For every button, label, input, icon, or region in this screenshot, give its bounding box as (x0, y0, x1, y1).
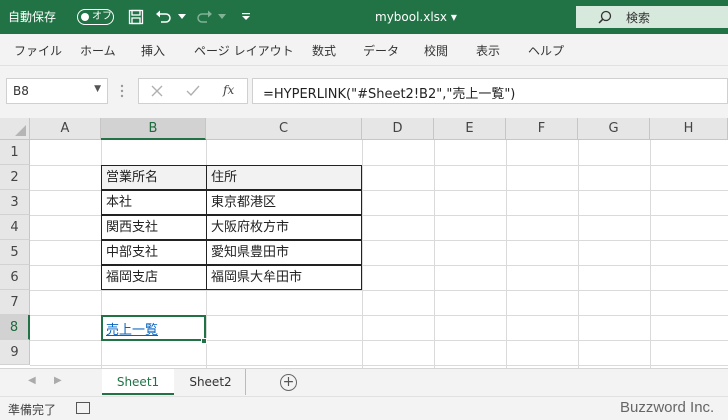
fill-handle[interactable] (201, 338, 207, 344)
file-name[interactable]: mybool.xlsx ▾ (375, 9, 457, 25)
undo-dropdown-icon[interactable] (176, 7, 188, 27)
status-bar: 準備完了 Buzzword Inc. (0, 396, 728, 420)
tab-review[interactable]: 校閲 (424, 42, 448, 59)
accessibility-icon[interactable] (76, 402, 90, 414)
title-bar: 自動保存 オフ mybool.xlsx ▾ 検索 (0, 0, 728, 34)
column-header-f[interactable]: F (506, 118, 578, 140)
search-box[interactable]: 検索 (576, 6, 728, 28)
sheet-tabs-bar: ◀ ▶ Sheet1 Sheet2 + (0, 368, 728, 396)
gridline (30, 290, 728, 291)
autosave-toggle[interactable]: オフ (77, 9, 114, 25)
row-header-8[interactable]: 8 (0, 315, 30, 340)
gridline (578, 140, 579, 368)
gridline (434, 140, 435, 368)
column-header-e[interactable]: E (434, 118, 506, 140)
search-icon (598, 10, 612, 27)
row-header-2[interactable]: 2 (0, 165, 30, 190)
insert-function-icon[interactable]: fx (223, 83, 234, 97)
tab-formulas[interactable]: 数式 (312, 42, 336, 59)
autosave-state: オフ (92, 11, 112, 22)
row-header-6[interactable]: 6 (0, 265, 30, 290)
enter-icon[interactable] (186, 85, 200, 100)
row-header-5[interactable]: 5 (0, 240, 30, 265)
autosave-label: 自動保存 (8, 10, 57, 24)
save-icon[interactable] (126, 7, 146, 27)
table-cell[interactable]: 東京都港区 (206, 190, 362, 215)
row-header-9[interactable]: 9 (0, 340, 30, 365)
sheet-tab-sheet2[interactable]: Sheet2 (176, 369, 246, 395)
formula-buttons: fx (138, 78, 248, 104)
tab-page-layout[interactable]: ページ レイアウト (194, 42, 294, 59)
column-header-d[interactable]: D (362, 118, 434, 140)
search-placeholder: 検索 (626, 11, 651, 25)
table-cell[interactable]: 関西支社 (101, 215, 207, 240)
column-header-b[interactable]: B (101, 118, 206, 140)
column-header-h[interactable]: H (650, 118, 728, 140)
column-header-c[interactable]: C (206, 118, 362, 140)
gridline (506, 140, 507, 368)
row-header-1[interactable]: 1 (0, 140, 30, 165)
add-sheet-icon[interactable]: + (280, 374, 297, 391)
table-cell[interactable]: 愛知県豊田市 (206, 240, 362, 265)
cancel-icon[interactable] (151, 85, 163, 100)
spreadsheet-grid: A B C D E F G H 1 2 3 4 5 6 7 8 9 営業所名 住… (0, 118, 728, 368)
tab-data[interactable]: データ (363, 42, 399, 59)
customize-toolbar-icon[interactable] (236, 7, 256, 27)
ribbon-tabs: ファイル ホーム 挿入 ページ レイアウト 数式 データ 校閲 表示 ヘルプ (0, 34, 728, 66)
formula-input[interactable]: =HYPERLINK("#Sheet2!B2","売上一覧") (252, 78, 728, 104)
row-header-4[interactable]: 4 (0, 215, 30, 240)
tab-view[interactable]: 表示 (476, 42, 500, 59)
redo-icon[interactable] (194, 7, 214, 27)
gridline (30, 365, 728, 366)
redo-dropdown-icon[interactable] (216, 7, 228, 27)
tab-help[interactable]: ヘルプ (528, 42, 564, 59)
row-header-3[interactable]: 3 (0, 190, 30, 215)
hyperlink-cell[interactable]: 売上一覧 (101, 315, 206, 341)
formula-text: =HYPERLINK("#Sheet2!B2","売上一覧") (263, 87, 516, 102)
status-ready: 準備完了 (8, 403, 57, 417)
undo-icon[interactable] (154, 7, 174, 27)
table-cell[interactable]: 大阪府枚方市 (206, 215, 362, 240)
column-header-g[interactable]: G (578, 118, 650, 140)
scroll-right-icon[interactable]: ▶ (54, 375, 62, 386)
gridline (362, 140, 363, 368)
hyperlink-text[interactable]: 売上一覧 (106, 319, 158, 338)
tab-file[interactable]: ファイル (14, 42, 62, 59)
gridline (650, 140, 651, 368)
table-header-office[interactable]: 営業所名 (101, 165, 207, 190)
watermark: Buzzword Inc. (620, 399, 715, 416)
table-header-address[interactable]: 住所 (206, 165, 362, 190)
file-dropdown-icon: ▾ (450, 10, 457, 24)
toggle-knob (81, 13, 89, 21)
select-all-button[interactable] (0, 118, 30, 140)
name-box[interactable]: B8 ▼ (6, 78, 108, 104)
column-header-a[interactable]: A (30, 118, 101, 140)
formula-bar-grip-icon (120, 83, 124, 102)
table-cell[interactable]: 中部支社 (101, 240, 207, 265)
table-cell[interactable]: 福岡県大牟田市 (206, 265, 362, 290)
name-box-value: B8 (13, 84, 29, 98)
table-cell[interactable]: 本社 (101, 190, 207, 215)
scroll-left-icon[interactable]: ◀ (28, 375, 36, 386)
tab-insert[interactable]: 挿入 (141, 42, 165, 59)
tab-home[interactable]: ホーム (80, 42, 116, 59)
table-cell[interactable]: 福岡支店 (101, 265, 207, 290)
sheet-tab-sheet1[interactable]: Sheet1 (102, 369, 174, 395)
name-box-dropdown-icon[interactable]: ▼ (94, 84, 101, 94)
row-header-7[interactable]: 7 (0, 290, 30, 315)
